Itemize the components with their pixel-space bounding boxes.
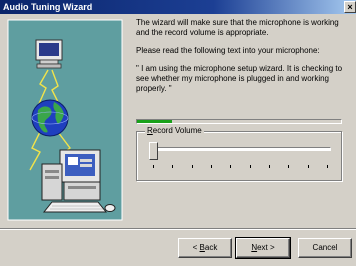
record-volume-slider-track[interactable] [149,147,331,151]
record-volume-label: Record Volume [145,126,204,136]
button-separator [0,228,356,230]
slider-tick [153,165,154,168]
wizard-illustration [0,14,128,226]
sample-sentence-text: " I am using the microphone setup wizard… [136,64,343,93]
slider-tick [269,165,270,168]
intro-text: The wizard will make sure that the micro… [136,18,339,37]
slider-tick [327,165,328,168]
slider-tick [211,165,212,168]
instruction-text: Please read the following text into your… [136,46,320,55]
next-button[interactable]: Next > [235,237,291,259]
slider-tick [307,165,309,168]
wizard-illustration-svg [7,19,123,221]
title-bar[interactable]: Audio Tuning Wizard × [0,0,356,14]
close-icon[interactable]: × [344,1,356,13]
mouse-icon [104,204,116,212]
audio-tuning-wizard-window: Audio Tuning Wizard × The wizard will ma… [0,0,356,266]
slider-tick [288,165,290,168]
cancel-button[interactable]: Cancel [298,238,352,258]
slider-tick [172,165,174,168]
input-level-fill [137,120,172,123]
globe-icon [31,99,69,137]
input-level-meter [136,119,342,124]
keyboard-icon [42,201,108,213]
slider-tick [230,165,232,168]
monitor-icon [35,39,63,69]
window-title: Audio Tuning Wizard [3,2,93,12]
slider-tick [249,165,251,168]
record-volume-group: Record Volume [136,126,342,181]
record-volume-slider-thumb[interactable] [149,142,158,160]
slider-tick [191,165,193,168]
back-button[interactable]: < Back [178,238,232,258]
